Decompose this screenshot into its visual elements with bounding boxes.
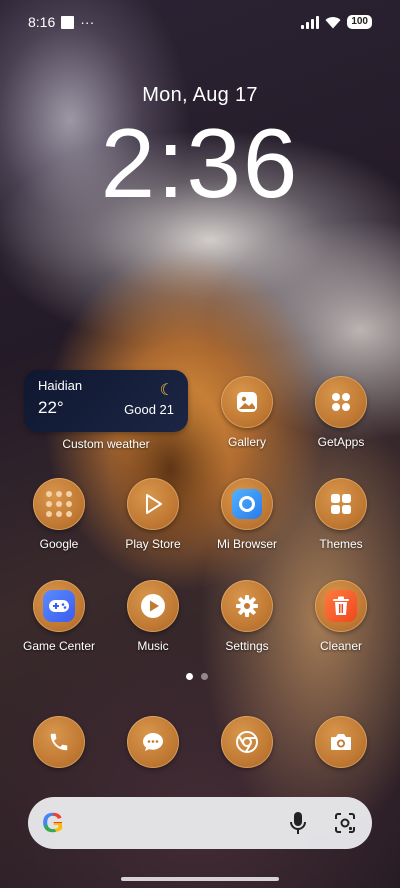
chrome-icon <box>221 716 273 768</box>
google-logo-icon: G <box>42 807 64 838</box>
app-cleaner[interactable]: Cleaner <box>299 580 383 653</box>
page-dot-active <box>186 673 193 680</box>
app-gallery[interactable]: Gallery <box>205 376 289 449</box>
lens-icon[interactable] <box>334 812 356 834</box>
battery-icon: 100 <box>347 15 372 29</box>
google-search-bar[interactable]: G <box>28 797 372 849</box>
mic-icon[interactable] <box>288 811 308 835</box>
app-themes[interactable]: Themes <box>299 478 383 551</box>
mibrowser-icon <box>221 478 273 530</box>
dock-camera[interactable] <box>299 716 383 768</box>
app-cleaner-label: Cleaner <box>319 639 363 653</box>
google-folder-icon <box>33 478 85 530</box>
lock-date: Mon, Aug 17 <box>142 84 258 106</box>
dock-chrome[interactable] <box>205 716 289 768</box>
weather-aqi: Good 21 <box>124 402 174 417</box>
app-settings-label: Settings <box>225 639 269 653</box>
app-mibrowser-label: Mi Browser <box>216 537 277 551</box>
gamecenter-icon <box>33 580 85 632</box>
weather-city: Haidian <box>38 378 83 393</box>
gallery-icon <box>221 376 273 428</box>
themes-icon <box>315 478 367 530</box>
dock-messages[interactable] <box>111 716 195 768</box>
app-playstore[interactable]: Play Store <box>111 478 195 551</box>
dock-phone[interactable] <box>17 716 101 768</box>
messages-icon <box>127 716 179 768</box>
app-google-folder[interactable]: Google <box>17 478 101 551</box>
notification-icon <box>61 15 75 29</box>
app-mibrowser[interactable]: Mi Browser <box>205 478 289 551</box>
app-music-label: Music <box>137 639 169 653</box>
app-themes-label: Themes <box>319 537 363 551</box>
page-dot <box>201 673 208 680</box>
signal-icon <box>301 15 320 29</box>
weather-widget-label: Custom weather <box>62 437 150 451</box>
moon-icon: ☾ <box>159 382 174 399</box>
app-getapps-label: GetApps <box>317 435 365 449</box>
playstore-icon <box>127 478 179 530</box>
phone-icon <box>33 716 85 768</box>
app-gallery-label: Gallery <box>227 435 266 449</box>
app-google-label: Google <box>39 537 79 551</box>
settings-gear-icon <box>221 580 273 632</box>
app-playstore-label: Play Store <box>125 537 181 551</box>
music-icon <box>127 580 179 632</box>
app-gamecenter[interactable]: Game Center <box>17 580 101 653</box>
cleaner-icon <box>315 580 367 632</box>
more-notifications-icon: ··· <box>80 14 95 30</box>
lock-clock[interactable]: 2:36 <box>0 108 400 218</box>
app-music[interactable]: Music <box>111 580 195 653</box>
page-indicator <box>186 673 208 680</box>
weather-temp: 22° <box>38 398 64 417</box>
status-time: 8:16 <box>28 14 56 30</box>
getapps-icon <box>315 376 367 428</box>
home-indicator[interactable] <box>121 877 279 881</box>
weather-widget[interactable]: Haidian 22° ☾ Good 21 <box>24 370 188 432</box>
wifi-icon <box>325 16 341 28</box>
app-getapps[interactable]: GetApps <box>299 376 383 449</box>
status-bar: 8:16 ··· 100 <box>0 0 400 44</box>
app-gamecenter-label: Game Center <box>22 639 96 653</box>
camera-icon <box>315 716 367 768</box>
app-settings[interactable]: Settings <box>205 580 289 653</box>
